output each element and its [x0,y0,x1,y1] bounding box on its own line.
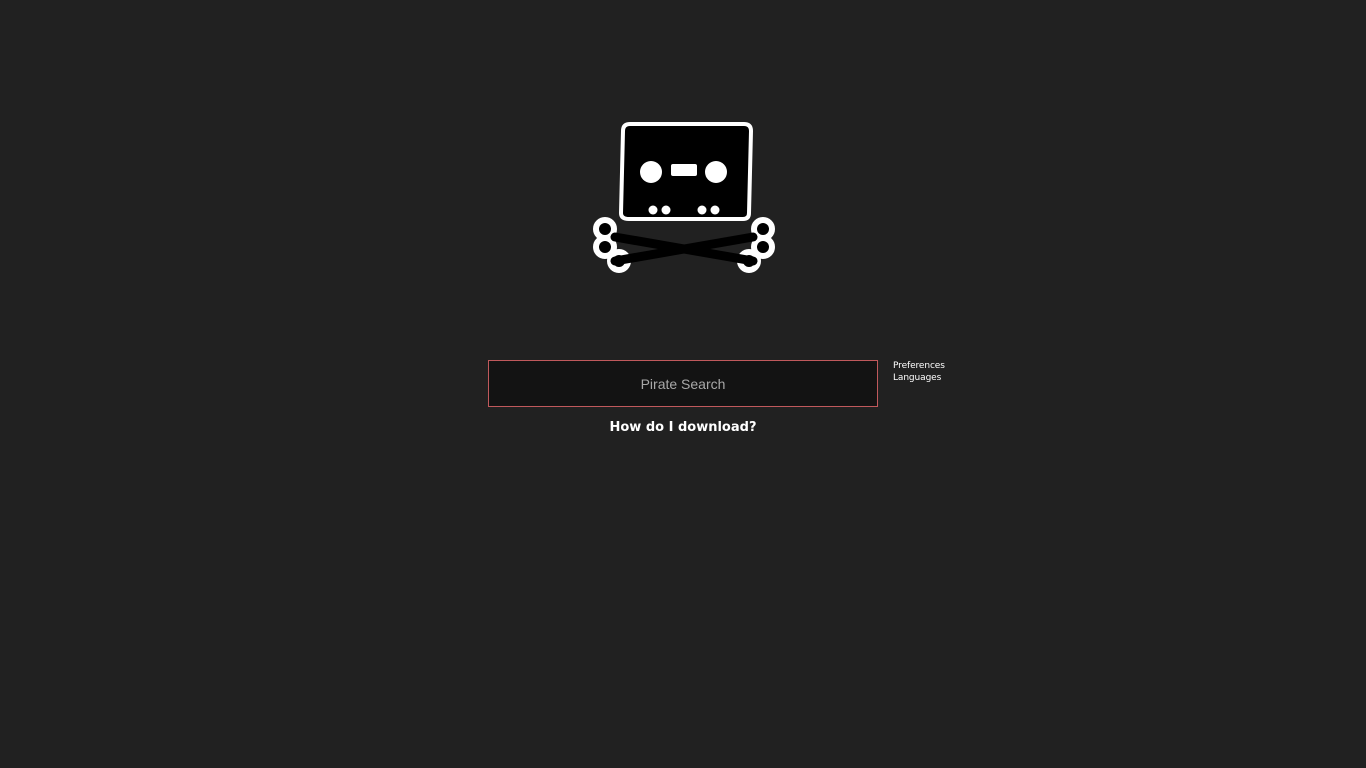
page: Preferences Languages How do I download? [0,0,1366,768]
languages-link[interactable]: Languages [893,372,945,384]
cassette-crossbones-icon [593,122,775,273]
how-do-i-download-link[interactable]: How do I download? [488,419,878,437]
search-input[interactable] [488,360,878,407]
site-logo-link[interactable] [589,119,779,276]
side-links: Preferences Languages [893,360,945,384]
preferences-link[interactable]: Preferences [893,360,945,372]
